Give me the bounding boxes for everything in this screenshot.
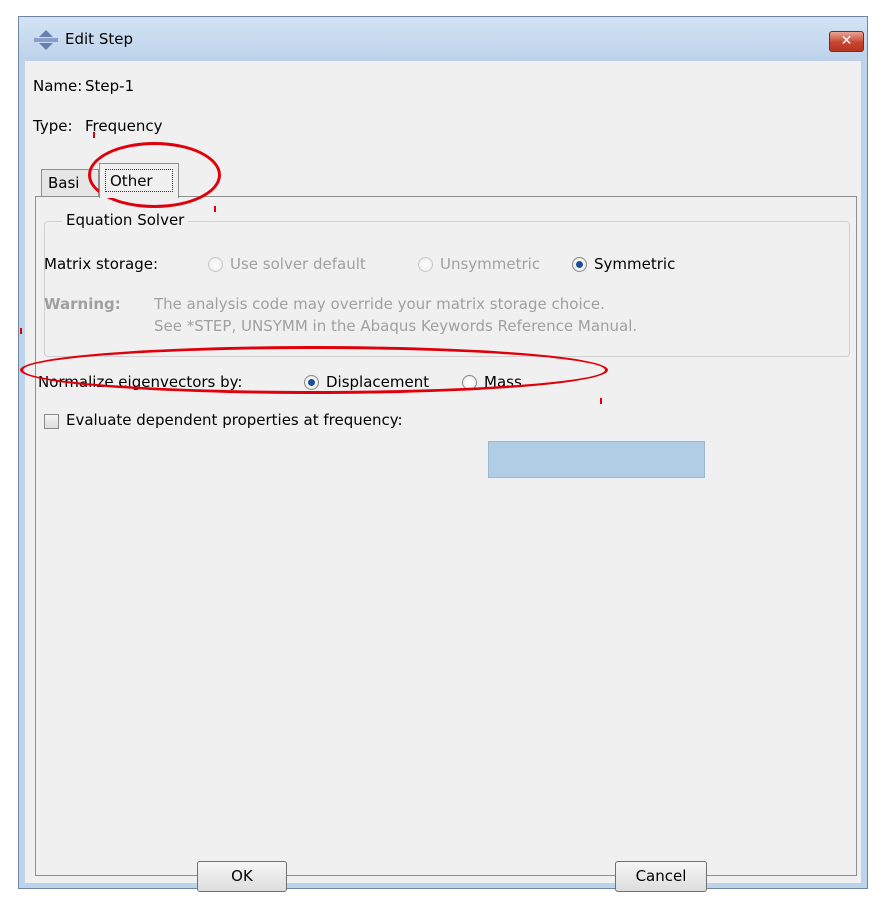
matrix-storage-label: Matrix storage: xyxy=(44,255,159,273)
displacement-radio[interactable] xyxy=(304,375,319,390)
symmetric-label: Symmetric xyxy=(594,255,676,273)
annotation-tick xyxy=(214,206,216,212)
tab-other[interactable]: Other xyxy=(99,163,179,198)
annotation-tick xyxy=(93,132,95,138)
name-value: Step-1 xyxy=(85,77,135,95)
evaluate-frequency-label: Evaluate dependent properties at frequen… xyxy=(66,411,403,429)
equation-solver-group xyxy=(44,221,850,357)
use-solver-default-radio[interactable] xyxy=(208,257,223,272)
unsymmetric-label: Unsymmetric xyxy=(440,255,541,273)
tab-other-label: Other xyxy=(110,172,153,190)
normalize-label: Normalize eigenvectors by: xyxy=(38,373,243,391)
ok-button[interactable]: OK xyxy=(197,861,287,892)
equation-solver-title: Equation Solver xyxy=(62,211,189,229)
type-label: Type: xyxy=(33,117,73,135)
cancel-button[interactable]: Cancel xyxy=(615,861,707,892)
dialog-body: Name: Step-1 Type: Frequency Basi Other … xyxy=(25,61,861,892)
mass-radio[interactable] xyxy=(462,375,477,390)
mass-label: Mass xyxy=(484,373,522,391)
frequency-input[interactable] xyxy=(488,441,705,478)
displacement-label: Displacement xyxy=(326,373,430,391)
evaluate-frequency-checkbox[interactable] xyxy=(44,414,59,429)
tab-basic[interactable]: Basi xyxy=(41,169,99,197)
edit-step-dialog: Edit Step ✕ Name: Step-1 Type: Frequency… xyxy=(18,16,868,892)
name-label: Name: xyxy=(33,77,83,95)
title-bar[interactable]: Edit Step ✕ xyxy=(19,17,867,61)
warning-text-line2: See *STEP, UNSYMM in the Abaqus Keywords… xyxy=(154,317,638,335)
close-icon: ✕ xyxy=(840,33,853,49)
tab-basic-label: Basi xyxy=(48,174,80,192)
symmetric-radio[interactable] xyxy=(572,257,587,272)
annotation-tick xyxy=(600,398,602,404)
unsymmetric-radio[interactable] xyxy=(418,257,433,272)
warning-text-line1: The analysis code may override your matr… xyxy=(154,295,605,313)
use-solver-default-label: Use solver default xyxy=(230,255,366,273)
warning-label: Warning: xyxy=(44,295,121,313)
close-button[interactable]: ✕ xyxy=(829,31,864,52)
step-icon xyxy=(34,30,58,50)
annotation-tick xyxy=(20,328,22,334)
other-tab-panel: Equation Solver Matrix storage: Use solv… xyxy=(35,196,857,876)
type-value: Frequency xyxy=(85,117,163,135)
dialog-title: Edit Step xyxy=(65,30,133,48)
